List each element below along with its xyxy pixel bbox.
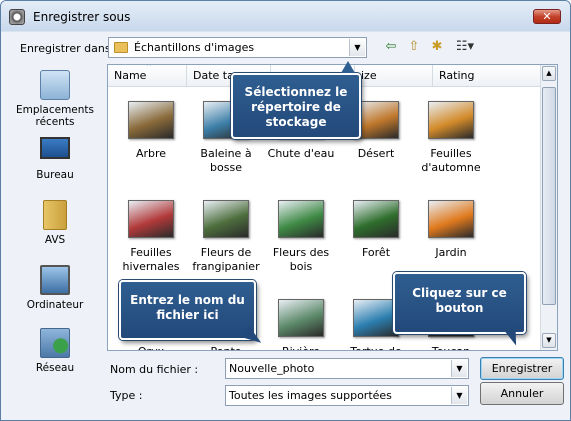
- place-desktop[interactable]: Bureau: [8, 137, 102, 181]
- place-recent[interactable]: Emplacements récents: [8, 70, 102, 128]
- place-label: AVS: [44, 234, 66, 246]
- file-item[interactable]: Fleurs de frangipanier: [186, 200, 266, 274]
- image-thumbnail: [203, 200, 249, 238]
- vertical-scrollbar[interactable]: ▲ ▼: [540, 65, 557, 350]
- chevron-down-icon[interactable]: ▼: [451, 387, 467, 404]
- chevron-down-icon[interactable]: ▼: [451, 360, 467, 377]
- image-thumbnail: [353, 200, 399, 238]
- network-icon: [40, 328, 70, 358]
- save-button[interactable]: Enregistrer: [480, 357, 564, 380]
- places-bar: Emplacements récents Bureau AVS Ordinate…: [8, 62, 102, 417]
- file-item[interactable]: Arbre: [111, 101, 191, 161]
- folder-icon: [114, 42, 128, 53]
- save-in-dropdown[interactable]: Échantillons d'images ▼: [108, 37, 367, 58]
- file-item-label: Feuilles d'automne: [421, 147, 481, 174]
- save-as-dialog: Enregistrer sous ✕ Enregistrer dans : Éc…: [0, 0, 571, 421]
- file-item-label: Rivière: [282, 345, 320, 350]
- scroll-down-icon[interactable]: ▼: [542, 333, 556, 348]
- back-arrow-icon[interactable]: ⇦: [382, 38, 400, 56]
- place-network[interactable]: Réseau: [8, 328, 102, 374]
- chevron-down-icon[interactable]: ▼: [349, 39, 365, 56]
- window-title: Enregistrer sous: [33, 10, 131, 24]
- image-thumbnail: [428, 200, 474, 238]
- callout-folder-text: Sélectionnez le répertoire de stockage: [244, 85, 348, 129]
- place-label: Réseau: [35, 362, 75, 374]
- filename-label: Nom du fichier :: [110, 363, 199, 376]
- place-label: Emplacements récents: [15, 104, 95, 128]
- file-item[interactable]: Feuilles hivernales: [111, 200, 191, 274]
- callout-filename: Entrez le nom du fichier ici: [119, 280, 266, 349]
- file-item-label: Forêt: [361, 246, 391, 259]
- desktop-icon: [40, 137, 70, 159]
- file-item[interactable]: Fleurs des bois: [261, 200, 341, 274]
- sort-arrow-icon: ^: [146, 64, 152, 71]
- callout-save: Cliquez sur ce bouton: [393, 272, 526, 348]
- column-rating[interactable]: Rating: [433, 65, 541, 87]
- scroll-up-icon[interactable]: ▲: [542, 66, 556, 81]
- file-item-label: Arbre: [135, 147, 167, 160]
- image-thumbnail: [128, 200, 174, 238]
- callout-pointer: [341, 61, 355, 73]
- callout-folder: Sélectionnez le répertoire de stockage: [231, 61, 361, 139]
- image-thumbnail: [428, 101, 474, 139]
- up-folder-icon[interactable]: ⇧: [405, 38, 423, 56]
- file-item-label: Tortue de: [350, 345, 401, 350]
- computer-icon: [40, 265, 70, 295]
- close-button[interactable]: ✕: [533, 9, 561, 24]
- filetype-label: Type :: [110, 389, 143, 402]
- save-in-value: Échantillons d'images: [134, 41, 255, 54]
- column-size[interactable]: ize: [355, 65, 433, 87]
- filename-input[interactable]: Nouvelle_photo ▼: [225, 358, 469, 379]
- recent-places-icon: [40, 70, 70, 100]
- callout-save-text: Cliquez sur ce bouton: [412, 286, 507, 315]
- file-item-label: Chute d'eau: [267, 147, 335, 160]
- file-item-label: Baleine à bosse: [200, 147, 252, 174]
- file-item-label: Toucan: [432, 345, 470, 350]
- file-item[interactable]: Rivière: [261, 299, 341, 350]
- file-item-label: Fleurs de frangipanier: [192, 246, 260, 273]
- new-folder-icon[interactable]: ✱: [428, 38, 446, 56]
- camera-app-icon: [9, 9, 25, 25]
- file-item-label: Oryx: [138, 345, 164, 350]
- place-label: Bureau: [36, 169, 74, 181]
- views-menu-icon[interactable]: ☷▾: [452, 38, 478, 56]
- file-item[interactable]: Jardin: [411, 200, 491, 260]
- file-item-label: Fleurs des bois: [272, 246, 330, 273]
- file-item-label: Feuilles hivernales: [122, 246, 180, 273]
- save-in-label: Enregistrer dans :: [20, 42, 118, 55]
- file-item[interactable]: Forêt: [336, 200, 416, 260]
- title-bar: Enregistrer sous ✕: [1, 1, 570, 31]
- file-item-label: Jardin: [435, 246, 467, 259]
- file-item[interactable]: Feuilles d'automne: [411, 101, 491, 175]
- image-thumbnail: [278, 200, 324, 238]
- place-label: Ordinateur: [26, 299, 84, 311]
- filename-value: Nouvelle_photo: [229, 362, 315, 375]
- image-thumbnail: [278, 299, 324, 337]
- cancel-button[interactable]: Annuler: [480, 382, 564, 405]
- place-computer[interactable]: Ordinateur: [8, 265, 102, 311]
- filetype-select[interactable]: Toutes les images supportées ▼: [225, 385, 469, 406]
- image-thumbnail: [128, 101, 174, 139]
- file-item-label: Ponto: [211, 345, 242, 350]
- callout-filename-text: Entrez le nom du fichier ici: [130, 293, 245, 322]
- filetype-value: Toutes les images supportées: [229, 389, 392, 402]
- place-avs[interactable]: AVS: [8, 200, 102, 246]
- user-folder-icon: [43, 200, 67, 230]
- file-item-label: Désert: [357, 147, 395, 160]
- scroll-thumb[interactable]: [542, 87, 556, 305]
